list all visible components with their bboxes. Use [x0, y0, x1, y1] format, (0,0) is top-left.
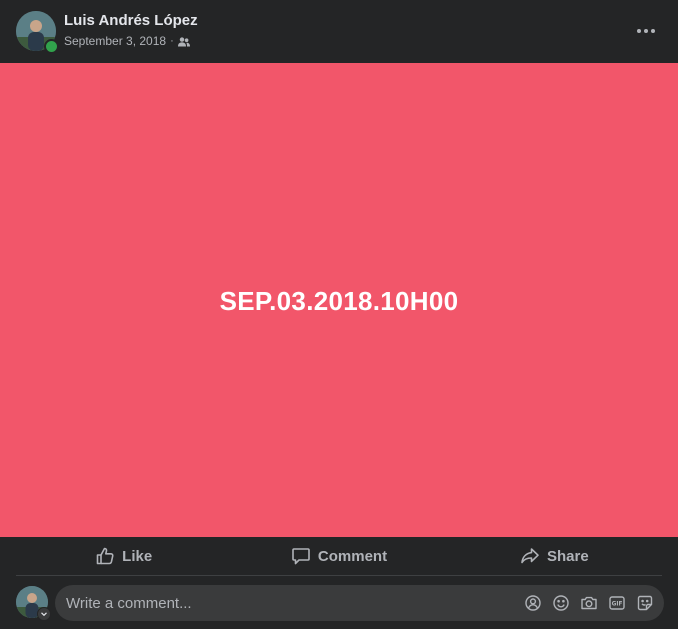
post-header: Luis Andrés López September 3, 2018 · — [0, 0, 678, 63]
post-card: Luis Andrés López September 3, 2018 · SE… — [0, 0, 678, 629]
emoji-icon[interactable] — [550, 592, 572, 614]
friends-icon — [177, 36, 190, 47]
author-name[interactable]: Luis Andrés López — [64, 12, 198, 29]
chevron-down-icon[interactable] — [37, 607, 51, 621]
more-options-button[interactable] — [628, 13, 664, 49]
share-label: Share — [546, 547, 589, 565]
post-date[interactable]: September 3, 2018 — [64, 34, 166, 48]
comment-box: GIF — [55, 585, 664, 621]
comment-input[interactable] — [66, 585, 506, 621]
media-text: SEP.03.2018.10H00 — [219, 285, 459, 316]
share-button[interactable]: Share — [447, 537, 662, 575]
sticker-icon[interactable] — [634, 592, 656, 614]
like-button[interactable]: Like — [16, 537, 231, 575]
like-label: Like — [122, 547, 153, 565]
comment-composer: GIF — [0, 583, 678, 625]
share-icon — [521, 548, 539, 564]
comment-tools: GIF — [522, 585, 656, 621]
meta-separator: · — [170, 35, 174, 47]
online-status-dot — [44, 39, 59, 54]
svg-text:GIF: GIF — [612, 602, 623, 608]
camera-icon[interactable] — [578, 592, 600, 614]
avatar-sticker-icon[interactable] — [522, 592, 544, 614]
post-media[interactable]: SEP.03.2018.10H00 — [0, 63, 678, 537]
comment-label: Comment — [317, 547, 388, 565]
gif-icon[interactable]: GIF — [606, 592, 628, 614]
like-icon — [96, 547, 114, 565]
more-horizontal-icon — [637, 29, 641, 33]
post-actions-bar: Like Comment Share — [16, 537, 662, 576]
comment-button[interactable]: Comment — [231, 537, 446, 575]
comment-icon — [292, 548, 310, 565]
post-meta: September 3, 2018 · — [64, 34, 190, 48]
